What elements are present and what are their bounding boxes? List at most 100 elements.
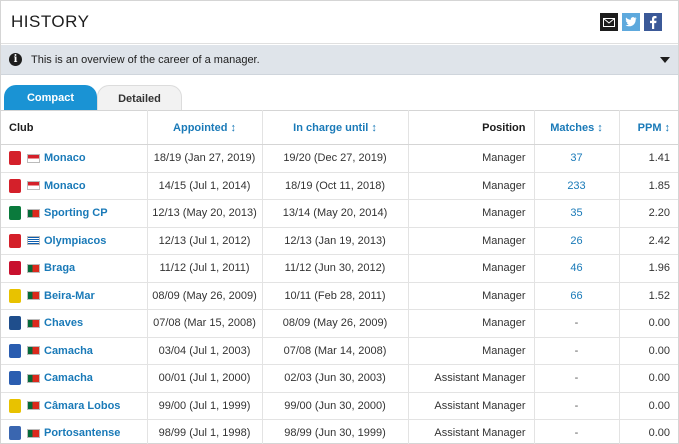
club-crest-icon[interactable]	[9, 206, 21, 221]
position-cell: Assistant Manager	[408, 364, 535, 393]
appointed-cell: 11/12 (Jul 1, 2011)	[147, 254, 263, 283]
in-charge-until-cell: 11/12 (Jun 30, 2012)	[262, 254, 409, 283]
matches-cell[interactable]: 233	[534, 172, 620, 200]
in-charge-until-cell: 07/08 (Mar 14, 2008)	[262, 337, 409, 365]
club-link[interactable]: Câmara Lobos	[44, 400, 120, 412]
appointed-cell: 99/00 (Jul 1, 1999)	[147, 392, 263, 420]
club-link[interactable]: Beira-Mar	[44, 290, 95, 302]
club-link[interactable]: Sporting CP	[44, 207, 108, 219]
tab-compact[interactable]: Compact	[4, 85, 97, 110]
table-header-row: Club Appointed ↕ In charge until ↕ Positio…	[1, 110, 678, 145]
view-tabs: Compact Detailed	[1, 75, 678, 110]
club-link[interactable]: Camacha	[44, 345, 93, 357]
table-row: Camacha 00/01 (Jul 1, 2000) 02/03 (Jun 30,…	[1, 364, 678, 393]
position-cell: Manager	[408, 337, 535, 365]
ppm-cell: 2.20	[619, 199, 678, 228]
club-link[interactable]: Chaves	[44, 317, 83, 329]
position-cell: Manager	[408, 144, 535, 173]
matches-cell: -	[534, 309, 620, 338]
col-appointed[interactable]: Appointed ↕	[147, 110, 263, 145]
facebook-icon	[650, 15, 657, 29]
col-ppm[interactable]: PPM ↕	[619, 110, 678, 145]
sort-icon: ↕	[371, 121, 377, 134]
position-cell: Manager	[408, 172, 535, 200]
club-cell: Monaco	[1, 172, 148, 200]
chevron-down-icon[interactable]	[660, 57, 670, 63]
panel-header: HISTORY	[1, 1, 678, 44]
country-flag-icon	[27, 373, 40, 383]
appointed-cell: 08/09 (May 26, 2009)	[147, 282, 263, 310]
col-in-charge-until[interactable]: In charge until ↕	[262, 110, 409, 145]
info-text: This is an overview of the career of a m…	[31, 54, 260, 66]
col-club: Club	[1, 110, 148, 145]
club-crest-icon[interactable]	[9, 343, 21, 358]
appointed-cell: 18/19 (Jan 27, 2019)	[147, 144, 263, 173]
appointed-cell: 03/04 (Jul 1, 2003)	[147, 337, 263, 365]
club-crest-icon[interactable]	[9, 316, 21, 331]
club-link[interactable]: Monaco	[44, 180, 86, 192]
club-crest-icon[interactable]	[9, 151, 21, 166]
in-charge-until-cell: 19/20 (Dec 27, 2019)	[262, 144, 409, 173]
tab-detailed[interactable]: Detailed	[97, 85, 182, 110]
in-charge-until-cell: 98/99 (Jun 30, 1999)	[262, 419, 409, 444]
country-flag-icon	[27, 263, 40, 273]
table-row: Beira-Mar 08/09 (May 26, 2009) 10/11 (Feb …	[1, 282, 678, 310]
matches-cell[interactable]: 37	[534, 144, 620, 173]
info-bar[interactable]: i This is an overview of the career of a…	[1, 45, 678, 75]
position-cell: Assistant Manager	[408, 392, 535, 420]
table-row: Portosantense 98/99 (Jul 1, 1998) 98/99 (J…	[1, 419, 678, 444]
matches-cell[interactable]: 66	[534, 282, 620, 310]
info-icon: i	[9, 53, 22, 66]
matches-cell[interactable]: 46	[534, 254, 620, 283]
ppm-cell: 0.00	[619, 392, 678, 420]
club-link[interactable]: Monaco	[44, 152, 86, 164]
table-body: Monaco 18/19 (Jan 27, 2019) 19/20 (Dec 27,…	[1, 144, 678, 444]
table-row: Chaves 07/08 (Mar 15, 2008) 08/09 (May 26,…	[1, 309, 678, 338]
col-matches[interactable]: Matches ↕	[534, 110, 620, 145]
club-link[interactable]: Camacha	[44, 372, 93, 384]
club-crest-icon[interactable]	[9, 288, 21, 303]
club-crest-icon[interactable]	[9, 371, 21, 386]
matches-cell[interactable]: 26	[534, 227, 620, 255]
country-flag-icon	[27, 401, 40, 411]
in-charge-until-cell: 12/13 (Jan 19, 2013)	[262, 227, 409, 255]
in-charge-until-cell: 08/09 (May 26, 2009)	[262, 309, 409, 338]
club-link[interactable]: Braga	[44, 262, 75, 274]
table-row: Braga 11/12 (Jul 1, 2011) 11/12 (Jun 30, 2…	[1, 254, 678, 283]
twitter-icon	[625, 17, 637, 27]
in-charge-until-cell: 99/00 (Jun 30, 2000)	[262, 392, 409, 420]
club-link[interactable]: Portosantense	[44, 427, 120, 439]
club-cell: Sporting CP	[1, 199, 148, 228]
matches-cell: -	[534, 392, 620, 420]
table-row: Camacha 03/04 (Jul 1, 2003) 07/08 (Mar 14,…	[1, 337, 678, 365]
facebook-share-button[interactable]	[644, 13, 662, 31]
matches-cell: -	[534, 337, 620, 365]
ppm-cell: 2.42	[619, 227, 678, 255]
club-link[interactable]: Olympiacos	[44, 235, 106, 247]
club-crest-icon[interactable]	[9, 398, 21, 413]
country-flag-icon	[27, 318, 40, 328]
col-matches-label: Matches	[550, 121, 595, 134]
ppm-cell: 0.00	[619, 337, 678, 365]
table-row: Olympiacos 12/13 (Jul 1, 2012) 12/13 (Jan …	[1, 227, 678, 255]
matches-cell[interactable]: 35	[534, 199, 620, 228]
club-crest-icon[interactable]	[9, 233, 21, 248]
club-crest-icon[interactable]	[9, 426, 21, 441]
table-row: Monaco 18/19 (Jan 27, 2019) 19/20 (Dec 27,…	[1, 144, 678, 173]
appointed-cell: 00/01 (Jul 1, 2000)	[147, 364, 263, 393]
history-panel: HISTORY i This is an overview of the car…	[0, 0, 679, 444]
ppm-cell: 0.00	[619, 364, 678, 393]
in-charge-until-cell: 02/03 (Jun 30, 2003)	[262, 364, 409, 393]
ppm-cell: 0.00	[619, 309, 678, 338]
email-share-button[interactable]	[600, 13, 618, 31]
club-crest-icon[interactable]	[9, 178, 21, 193]
country-flag-icon	[27, 428, 40, 438]
country-flag-icon	[27, 153, 40, 163]
club-crest-icon[interactable]	[9, 261, 21, 276]
club-cell: Monaco	[1, 144, 148, 173]
country-flag-icon	[27, 346, 40, 356]
club-cell: Chaves	[1, 309, 148, 338]
ppm-cell: 0.00	[619, 419, 678, 444]
twitter-share-button[interactable]	[622, 13, 640, 31]
appointed-cell: 12/13 (Jul 1, 2012)	[147, 227, 263, 255]
